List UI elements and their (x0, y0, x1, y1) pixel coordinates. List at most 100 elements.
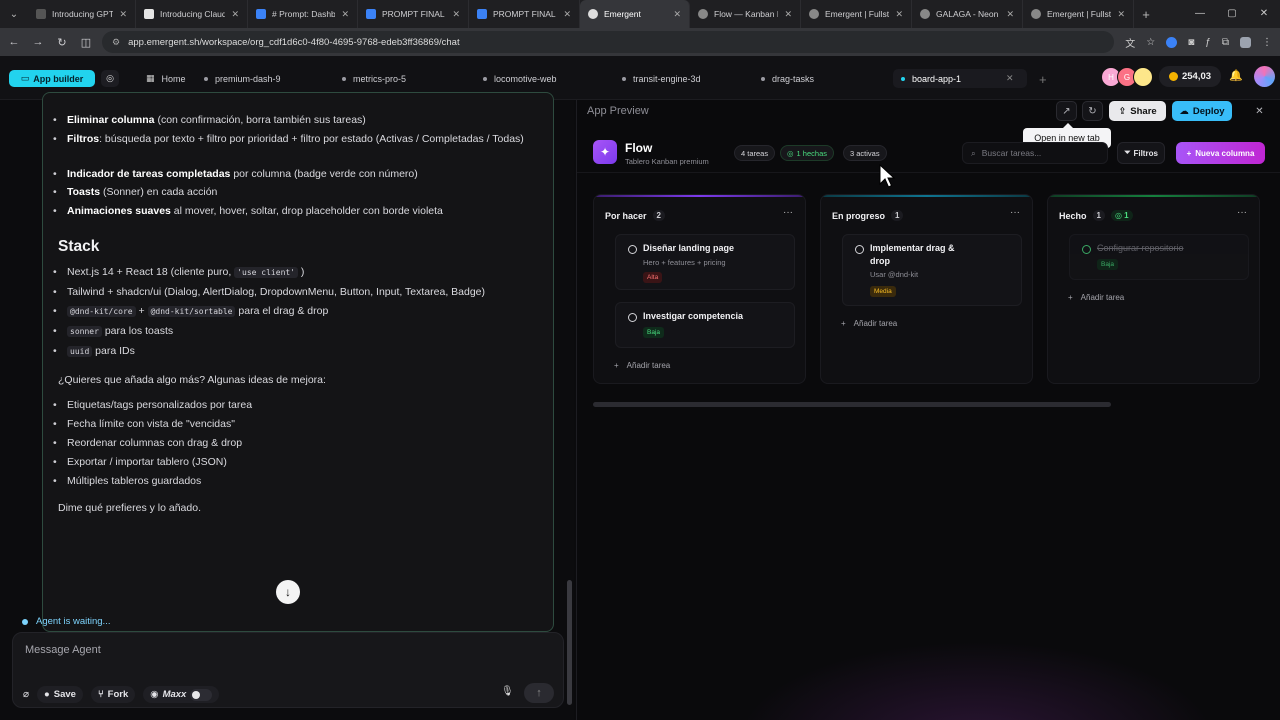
divider (577, 172, 1280, 173)
column-count: 1 (891, 210, 904, 221)
task-card[interactable]: Implementar drag & drop Usar @dnd-kit Me… (842, 234, 1022, 306)
project-tab[interactable]: locomotive-web (475, 69, 565, 88)
add-project-tab-icon[interactable]: + (1039, 72, 1047, 87)
task-checkbox[interactable] (628, 245, 637, 254)
kanban-column[interactable]: Por hacer 2 ··· Diseñar landing page Hero… (593, 194, 806, 384)
scroll-down-button[interactable]: ↓ (276, 580, 300, 604)
close-tab-icon[interactable]: ✕ (1006, 9, 1014, 20)
deploy-button[interactable]: ☁ Deploy (1172, 101, 1232, 121)
browser-tab[interactable]: Introducing GPT- ✕ (28, 0, 136, 28)
tab-title: Introducing Claud (160, 9, 226, 19)
task-checkbox-checked[interactable] (1082, 245, 1091, 254)
chat-toggle-icon[interactable]: ◎ (101, 70, 119, 87)
close-tab-icon[interactable]: ✕ (784, 9, 792, 20)
user-avatar[interactable] (1254, 66, 1275, 87)
list-item: @dnd-kit/core + @dnd-kit/sortable para e… (53, 303, 547, 320)
kanban-column[interactable]: En progreso 1 ··· Implementar drag & drop… (820, 194, 1033, 384)
message-input[interactable]: Message Agent ⌀ ● Save ⑂ Fork ◉ Maxx 🎙 ↑ (12, 632, 564, 708)
add-task-button[interactable]: + Añadir tarea (841, 319, 897, 328)
maxx-mode[interactable]: ◉ Maxx (143, 686, 220, 703)
chat-scrollbar[interactable] (567, 580, 572, 705)
close-tab-icon[interactable]: ✕ (231, 9, 239, 20)
task-card[interactable]: Diseñar landing page Hero + features + p… (615, 234, 795, 290)
close-tab-icon[interactable]: ✕ (452, 9, 460, 20)
browser-tab-active[interactable]: Emergent ✕ (580, 0, 690, 28)
sidebar-toggle-icon[interactable]: ◫ (74, 36, 98, 49)
credits-badge[interactable]: 254,03 (1159, 66, 1221, 87)
send-button[interactable]: ↑ (524, 683, 554, 703)
column-menu-icon[interactable]: ··· (783, 207, 793, 218)
extensions-puzzle-icon[interactable]: ⧉ (1222, 37, 1229, 48)
browser-tab[interactable]: Emergent | Fullsta ✕ (801, 0, 912, 28)
task-search-input[interactable]: ⌕ Buscar tareas... (962, 142, 1108, 164)
browser-menu-icon[interactable]: ⋮ (1262, 37, 1272, 48)
close-tab-icon[interactable]: ✕ (563, 9, 571, 20)
project-tab[interactable]: premium-dash-9 (196, 69, 289, 88)
close-window-icon[interactable]: ✕ (1248, 0, 1280, 28)
project-tab-active[interactable]: board-app-1 ✕ (893, 69, 1027, 88)
browser-tab[interactable]: Introducing Claud ✕ (136, 0, 248, 28)
open-in-new-tab-icon[interactable]: ↗ (1056, 101, 1077, 121)
close-tab-icon[interactable]: ✕ (341, 9, 349, 20)
back-icon[interactable]: ← (2, 36, 26, 48)
close-tab-icon[interactable]: ✕ (895, 9, 903, 20)
address-bar[interactable]: ⚙ app.emergent.sh/workspace/org_cdf1d6c0… (102, 31, 1114, 53)
new-tab-icon[interactable]: + (1134, 7, 1158, 22)
add-task-button[interactable]: + Añadir tarea (1068, 293, 1124, 302)
tab-home[interactable]: ▦ Home (138, 69, 194, 88)
browser-tab[interactable]: # Prompt: Dashb ✕ (248, 0, 358, 28)
maximize-icon[interactable]: ▢ (1216, 0, 1248, 28)
minimize-icon[interactable]: — (1184, 0, 1216, 28)
app-builder-button[interactable]: ▭ App builder (9, 70, 95, 87)
browser-tab[interactable]: Flow — Kanban P ✕ (690, 0, 801, 28)
browser-tab[interactable]: PROMPT FINAL T ✕ (469, 0, 580, 28)
task-card-completed[interactable]: Configurar repositorio Baja (1069, 234, 1249, 280)
translate-icon[interactable]: 文 (1125, 35, 1135, 50)
extension-icon[interactable]: ƒ (1205, 37, 1211, 48)
browser-tab[interactable]: Emergent | Fullsta ✕ (1023, 0, 1134, 28)
tab-search-icon[interactable]: ⌄ (0, 0, 28, 28)
kanban-column[interactable]: Hecho 1 ◎ 1 ··· Configurar repositorio Baj… (1047, 194, 1260, 384)
notification-bell-icon[interactable]: 🔔 (1229, 69, 1243, 82)
tab-favicon-icon (477, 9, 487, 19)
camera-icon[interactable]: ◙ (1188, 37, 1194, 48)
task-checkbox[interactable] (855, 245, 864, 254)
add-task-button[interactable]: + Añadir tarea (614, 361, 670, 370)
avatar[interactable] (1133, 67, 1153, 87)
close-preview-icon[interactable]: ✕ (1249, 101, 1270, 121)
browser-tab[interactable]: GALAGA - Neon S ✕ (912, 0, 1023, 28)
close-tab-icon[interactable]: ✕ (119, 9, 127, 20)
bookmark-star-icon[interactable]: ☆ (1146, 37, 1155, 48)
close-tab-icon[interactable]: ✕ (673, 9, 681, 20)
column-menu-icon[interactable]: ··· (1237, 207, 1247, 218)
close-tab-icon[interactable]: ✕ (1117, 9, 1125, 20)
app-subtitle: Tablero Kanban premium (625, 157, 709, 166)
refresh-icon[interactable]: ↻ (1082, 101, 1103, 121)
site-info-icon[interactable]: ⚙ (112, 37, 120, 48)
task-card[interactable]: Investigar competencia Baja (615, 302, 795, 348)
tab-title: Emergent | Fullsta (825, 9, 890, 19)
maxx-toggle[interactable] (190, 688, 213, 701)
column-menu-icon[interactable]: ··· (1010, 207, 1020, 218)
fork-icon: ⑂ (97, 689, 104, 700)
profile-icon[interactable] (1240, 36, 1251, 48)
fork-button[interactable]: ⑂ Fork (90, 686, 136, 703)
project-tab[interactable]: drag-tasks (753, 69, 822, 88)
new-column-button[interactable]: + Nueva columna (1176, 142, 1265, 164)
microphone-icon[interactable]: 🎙 (501, 686, 514, 697)
share-button[interactable]: ⇪ Share (1109, 101, 1166, 121)
close-tab-icon[interactable]: ✕ (1006, 73, 1014, 84)
task-checkbox[interactable] (628, 313, 637, 322)
tab-label: board-app-1 (912, 73, 962, 84)
done-count-value: 1 (1124, 211, 1129, 220)
attach-icon[interactable]: ⌀ (23, 689, 29, 700)
browser-tab[interactable]: PROMPT FINAL T ✕ (358, 0, 469, 28)
reload-icon[interactable]: ↻ (50, 36, 74, 49)
filters-button[interactable]: ⏷ Filtros (1117, 142, 1165, 164)
project-tab[interactable]: metrics-pro-5 (334, 69, 414, 88)
board-horizontal-scrollbar[interactable] (593, 402, 1111, 407)
project-tab[interactable]: transit-engine-3d (614, 69, 709, 88)
forward-icon[interactable]: → (26, 36, 50, 48)
save-to-github-button[interactable]: ● Save (37, 686, 83, 703)
extension-icon[interactable] (1166, 36, 1178, 48)
